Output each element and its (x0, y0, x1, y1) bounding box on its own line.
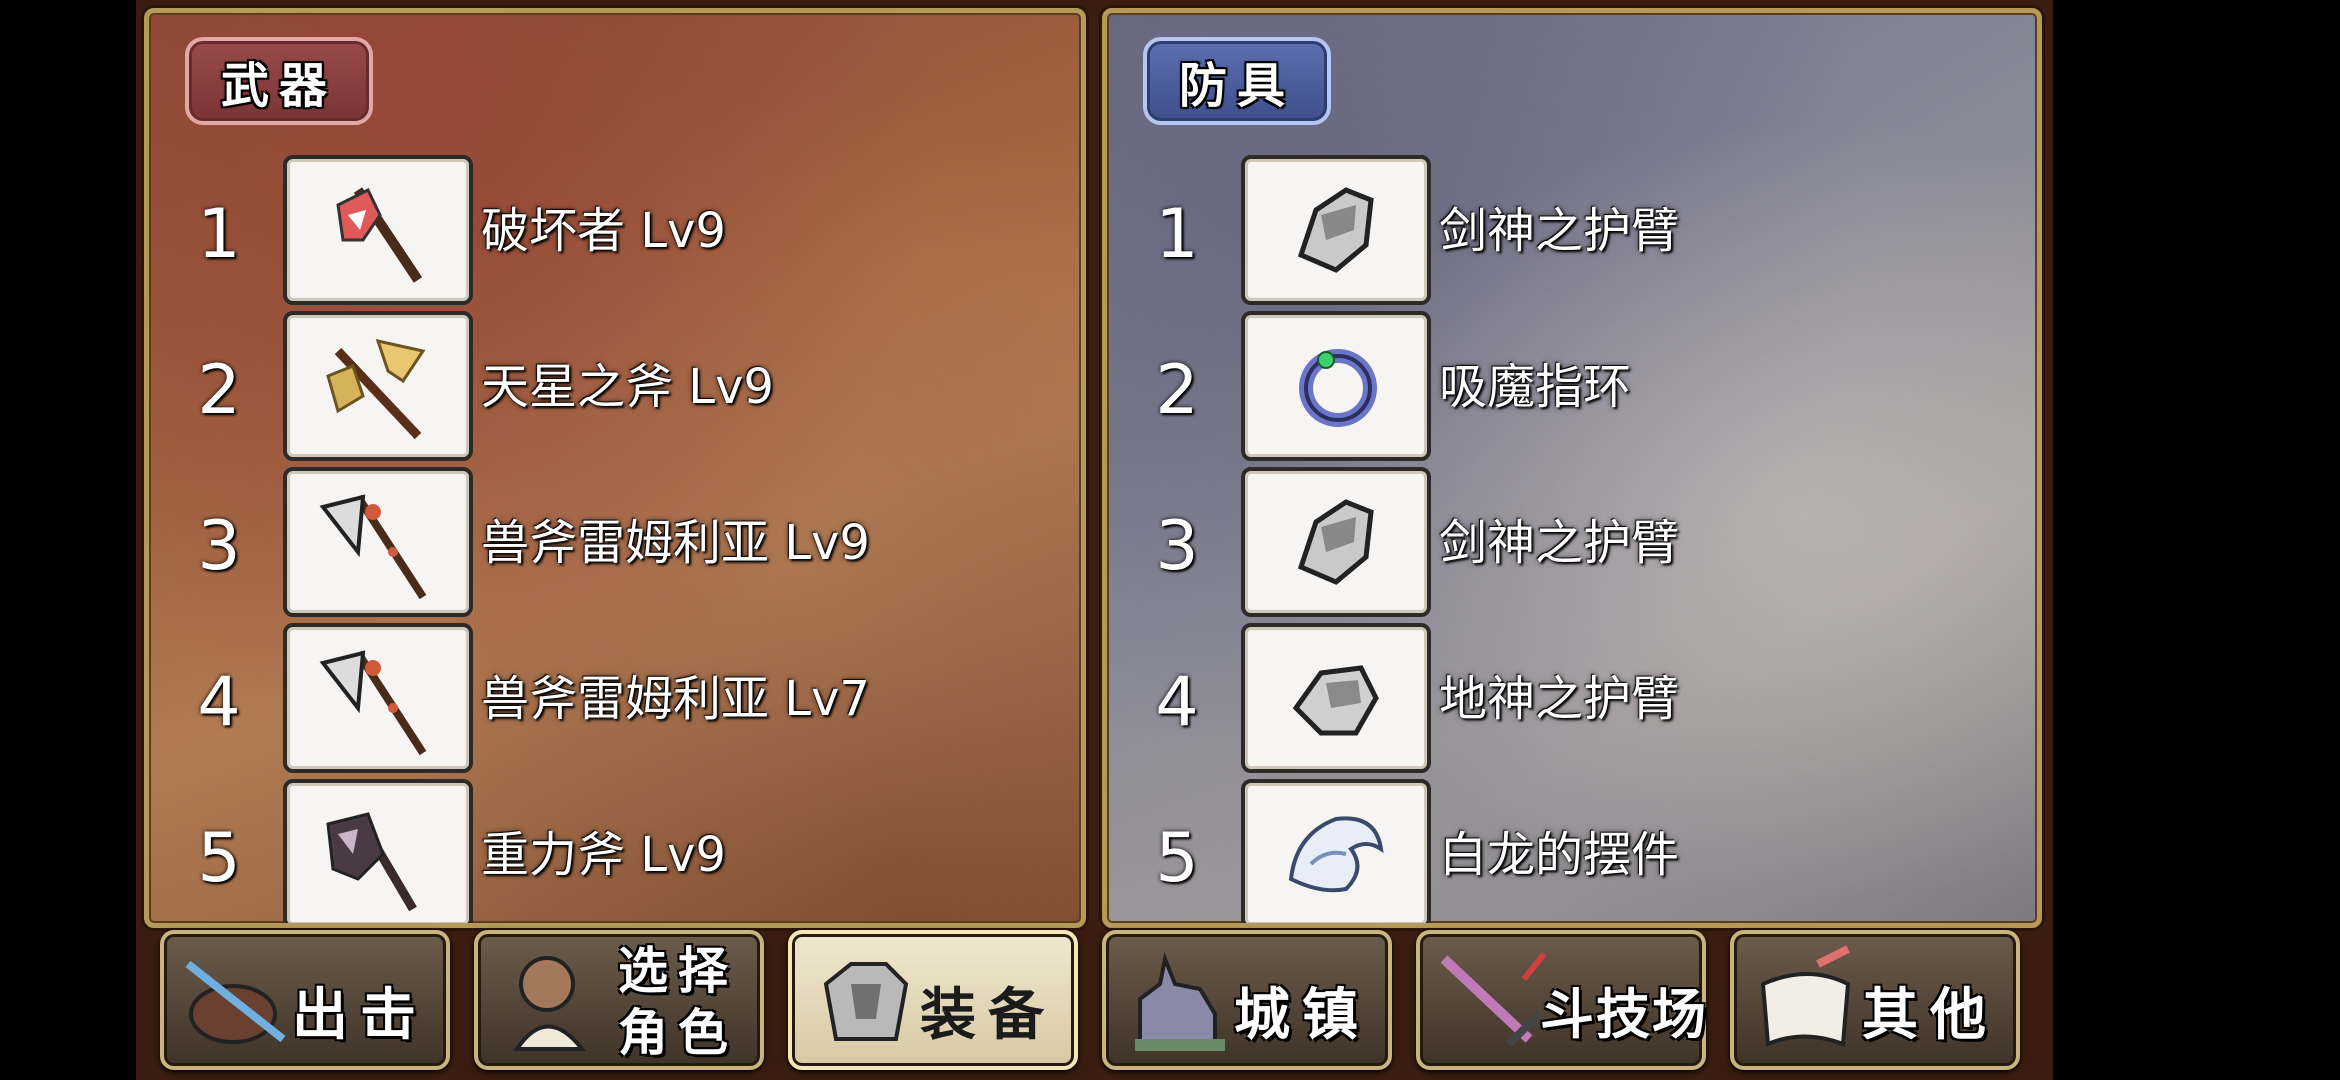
weapons-panel: 武器 1 破坏者 Lv9 2 天星之斧 Lv9 3 兽斧雷姆利亚 Lv9 4 兽… (144, 8, 1086, 928)
item-name: 吸魔指环 (1439, 359, 1632, 415)
castle-icon (1135, 952, 1225, 1051)
gauntlet-icon (1297, 187, 1374, 273)
slot-number: 5 (197, 819, 241, 898)
item-icon-frame[interactable] (1241, 779, 1431, 923)
red-axe-icon (336, 187, 423, 283)
slot-number: 1 (197, 195, 241, 274)
equip-button[interactable]: 装备 (788, 930, 1078, 1070)
gravity-axe-icon (326, 812, 417, 912)
game-screen: 武器 1 破坏者 Lv9 2 天星之斧 Lv9 3 兽斧雷姆利亚 Lv9 4 兽… (136, 0, 2053, 1080)
slot-number: 2 (1155, 351, 1199, 430)
slot-number: 1 (1155, 195, 1199, 274)
armor-slot-4[interactable]: 4 地神之护臂 (1147, 623, 1997, 773)
item-name: 重力斧 Lv9 (481, 827, 726, 883)
other-label: 其他 (1862, 983, 1998, 1048)
armor-panel: 防具 1 剑神之护臂 2 吸魔指环 3 剑神之护臂 4 地神之护臂 5 白龙的摆… (1102, 8, 2042, 928)
other-button[interactable]: 其他 (1730, 930, 2020, 1070)
item-name: 地神之护臂 (1439, 671, 1680, 727)
select-line-2: 角色 (618, 1004, 738, 1062)
armor-slot-1[interactable]: 1 剑神之护臂 (1147, 155, 1997, 305)
sortie-label: 出击 (292, 983, 428, 1048)
item-name: 剑神之护臂 (1439, 203, 1680, 259)
ring-icon (1299, 349, 1377, 427)
select-character-label: 选择 角色 (618, 940, 738, 1064)
slot-number: 5 (1155, 819, 1199, 898)
item-name: 兽斧雷姆利亚 Lv9 (481, 515, 870, 571)
slot-number: 4 (197, 663, 241, 742)
item-icon-frame[interactable] (283, 779, 473, 923)
armor-title: 防具 (1143, 37, 1331, 125)
gauntlet-icon (1297, 499, 1374, 585)
item-icon-frame[interactable] (1241, 155, 1431, 305)
item-icon-frame[interactable] (1241, 467, 1431, 617)
item-name: 天星之斧 Lv9 (481, 359, 774, 415)
white-dragon-icon (1288, 816, 1384, 893)
item-icon-frame[interactable] (1241, 623, 1431, 773)
beast-axe-icon (319, 494, 427, 600)
equip-label: 装备 (920, 983, 1056, 1048)
arena-label: 斗技场 (1540, 983, 1708, 1046)
sortie-icon (185, 960, 286, 1044)
item-name: 剑神之护臂 (1439, 515, 1680, 571)
character-icon (513, 956, 587, 1051)
item-name: 兽斧雷姆利亚 Lv7 (481, 671, 870, 727)
weapon-slot-2[interactable]: 2 天星之斧 Lv9 (189, 311, 1039, 461)
beast-axe-icon (319, 650, 427, 756)
armor-slot-5[interactable]: 5 白龙的摆件 (1147, 779, 1997, 923)
town-button[interactable]: 城镇 (1102, 930, 1392, 1070)
item-icon-frame[interactable] (283, 311, 473, 461)
item-icon-frame[interactable] (283, 623, 473, 773)
weapon-slot-1[interactable]: 1 破坏者 Lv9 (189, 155, 1039, 305)
sortie-button[interactable]: 出击 (160, 930, 450, 1070)
select-line-1: 选择 (618, 942, 738, 1000)
slot-number: 2 (197, 351, 241, 430)
arena-button[interactable]: 斗技场 (1416, 930, 1706, 1070)
item-icon-frame[interactable] (283, 467, 473, 617)
slot-number: 3 (1155, 507, 1199, 586)
scroll-icon (1760, 945, 1851, 1047)
select-character-button[interactable]: 选择 角色 (474, 930, 764, 1070)
town-label: 城镇 (1234, 983, 1370, 1048)
item-icon-frame[interactable] (283, 155, 473, 305)
sword-icon (1440, 952, 1547, 1047)
item-icon-frame[interactable] (1241, 311, 1431, 461)
item-name: 白龙的摆件 (1439, 827, 1680, 883)
item-name: 破坏者 Lv9 (481, 203, 726, 259)
slot-number: 4 (1155, 663, 1199, 742)
slot-number: 3 (197, 507, 241, 586)
armor-slot-2[interactable]: 2 吸魔指环 (1147, 311, 1997, 461)
armor-icon (823, 962, 909, 1041)
weapon-slot-5[interactable]: 5 重力斧 Lv9 (189, 779, 1039, 923)
weapon-slot-3[interactable]: 3 兽斧雷姆利亚 Lv9 (189, 467, 1039, 617)
weapons-title: 武器 (185, 37, 373, 125)
golden-axe-icon (326, 338, 426, 440)
gauntlet-icon (1292, 665, 1379, 736)
armor-slot-3[interactable]: 3 剑神之护臂 (1147, 467, 1997, 617)
weapon-slot-4[interactable]: 4 兽斧雷姆利亚 Lv7 (189, 623, 1039, 773)
